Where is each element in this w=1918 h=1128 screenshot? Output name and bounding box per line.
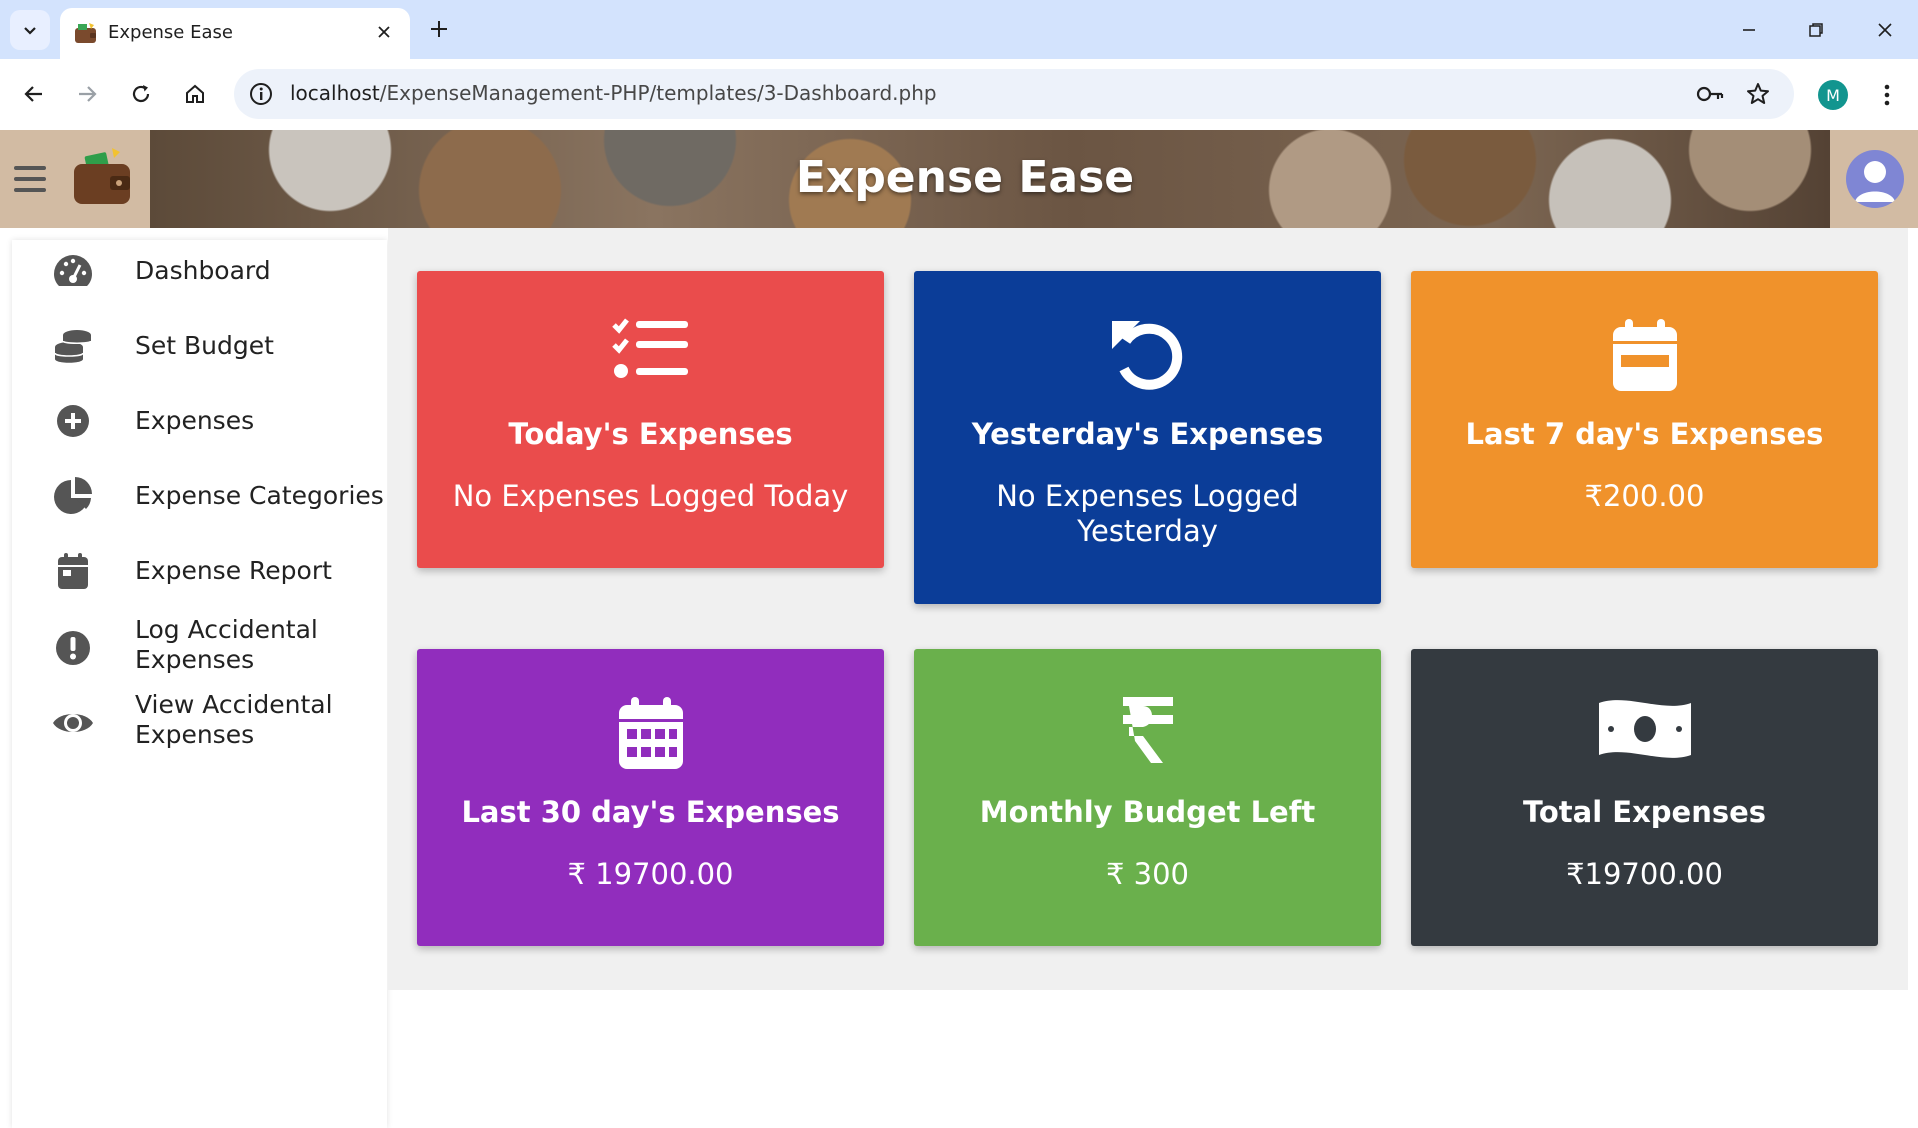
card-value: No Expenses Logged Today — [452, 479, 849, 513]
card-monthly-budget-left[interactable]: Monthly Budget Left ₹ 300 — [914, 649, 1381, 946]
tab-search-button[interactable] — [10, 10, 50, 50]
sidebar-item-view-accidental-expenses[interactable]: View Accidental Expenses — [12, 690, 387, 754]
card-last-7-days-expenses[interactable]: Last 7 day's Expenses ₹200.00 — [1411, 271, 1878, 568]
chevron-down-icon — [24, 27, 36, 35]
user-avatar-icon[interactable] — [1846, 150, 1904, 208]
profile-avatar[interactable]: M — [1818, 80, 1848, 110]
password-key-icon[interactable] — [1696, 80, 1724, 108]
sidebar-item-label: Expense Report — [135, 556, 332, 585]
sidebar: Dashboard Set Budget Expenses Expense Ca… — [12, 240, 387, 1128]
arrow-right-icon — [79, 86, 97, 102]
sidebar-item-label: Log Accidental Expenses — [135, 615, 318, 674]
rupee-icon — [914, 695, 1381, 773]
tab-title: Expense Ease — [108, 22, 233, 43]
browser-toolbar: localhost/ExpenseManagement-PHP/template… — [0, 59, 1918, 130]
close-icon — [1878, 23, 1892, 37]
coins-icon — [52, 325, 94, 367]
card-title: Today's Expenses — [508, 417, 793, 451]
back-button[interactable] — [14, 74, 54, 114]
card-total-expenses[interactable]: Total Expenses ₹19700.00 — [1411, 649, 1878, 946]
reload-icon — [132, 85, 150, 103]
money-bill-icon — [1411, 695, 1878, 773]
sidebar-item-dashboard[interactable]: Dashboard — [12, 240, 387, 304]
gauge-icon — [52, 250, 94, 292]
sidebar-item-label: View Accidental Expenses — [135, 690, 333, 749]
sidebar-item-label: Dashboard — [135, 256, 271, 285]
undo-icon — [914, 317, 1381, 395]
home-icon — [186, 84, 204, 103]
restore-icon — [1809, 23, 1823, 37]
site-info-icon[interactable] — [248, 81, 274, 107]
calendar-icon — [52, 550, 94, 592]
browser-tabstrip: Expense Ease — [0, 0, 1918, 59]
browser-menu-icon[interactable] — [1872, 79, 1902, 111]
address-bar[interactable]: localhost/ExpenseManagement-PHP/template… — [234, 69, 1794, 119]
wallet-favicon-icon — [75, 23, 96, 43]
new-tab-button[interactable] — [422, 12, 456, 46]
url-text[interactable]: localhost/ExpenseManagement-PHP/template… — [290, 81, 937, 105]
calendar-week-icon — [1411, 317, 1878, 395]
calendar-month-icon — [417, 695, 884, 773]
sidebar-item-label: Expenses — [135, 406, 255, 435]
reload-button[interactable] — [121, 74, 161, 114]
tab-close-icon[interactable] — [370, 18, 398, 46]
exclamation-circle-icon — [52, 627, 94, 669]
card-title: Yesterday's Expenses — [971, 417, 1324, 451]
sidebar-item-label: Set Budget — [135, 331, 274, 360]
card-last-30-days-expenses[interactable]: Last 30 day's Expenses ₹ 19700.00 — [417, 649, 884, 946]
tasks-icon — [417, 317, 884, 395]
sidebar-item-expense-categories[interactable]: Expense Categories — [12, 465, 387, 529]
card-value: No Expenses Logged Yesterday — [996, 479, 1299, 548]
forward-button[interactable] — [67, 74, 107, 114]
restore-button[interactable] — [1791, 8, 1841, 52]
url-path: /ExpenseManagement-PHP/templates/3-Dashb… — [379, 81, 937, 105]
card-value: ₹19700.00 — [1566, 857, 1723, 891]
close-window-button[interactable] — [1860, 8, 1910, 52]
pie-chart-icon — [52, 475, 94, 517]
card-title: Last 7 day's Expenses — [1465, 417, 1824, 451]
sidebar-item-expenses[interactable]: Expenses — [12, 390, 387, 454]
eye-icon — [52, 702, 94, 744]
plus-circle-icon — [52, 400, 94, 442]
sidebar-item-expense-report[interactable]: Expense Report — [12, 540, 387, 604]
card-title: Monthly Budget Left — [979, 795, 1316, 829]
card-value: ₹ 19700.00 — [567, 857, 734, 891]
dashboard-content: Today's Expenses No Expenses Logged Toda… — [388, 228, 1908, 990]
card-value: ₹200.00 — [1584, 479, 1705, 513]
card-title: Last 30 day's Expenses — [461, 795, 840, 829]
sidebar-item-label: Expense Categories — [135, 481, 384, 510]
minimize-icon — [1743, 29, 1755, 31]
home-button[interactable] — [175, 74, 215, 114]
url-host: localhost — [290, 81, 380, 105]
card-title: Total Expenses — [1522, 795, 1767, 829]
bookmark-star-icon[interactable] — [1744, 80, 1772, 108]
arrow-left-icon — [24, 86, 42, 102]
sidebar-item-log-accidental-expenses[interactable]: Log Accidental Expenses — [12, 615, 387, 679]
card-value: ₹ 300 — [1105, 857, 1190, 891]
sidebar-item-set-budget[interactable]: Set Budget — [12, 315, 387, 379]
card-todays-expenses[interactable]: Today's Expenses No Expenses Logged Toda… — [417, 271, 884, 568]
app-header: Expense Ease — [0, 130, 1918, 228]
plus-icon — [431, 21, 447, 37]
card-yesterdays-expenses[interactable]: Yesterday's Expenses No Expenses Logged … — [914, 271, 1381, 604]
browser-tab[interactable]: Expense Ease — [60, 8, 410, 59]
app-title: Expense Ease — [795, 152, 1135, 203]
minimize-button[interactable] — [1724, 8, 1774, 52]
